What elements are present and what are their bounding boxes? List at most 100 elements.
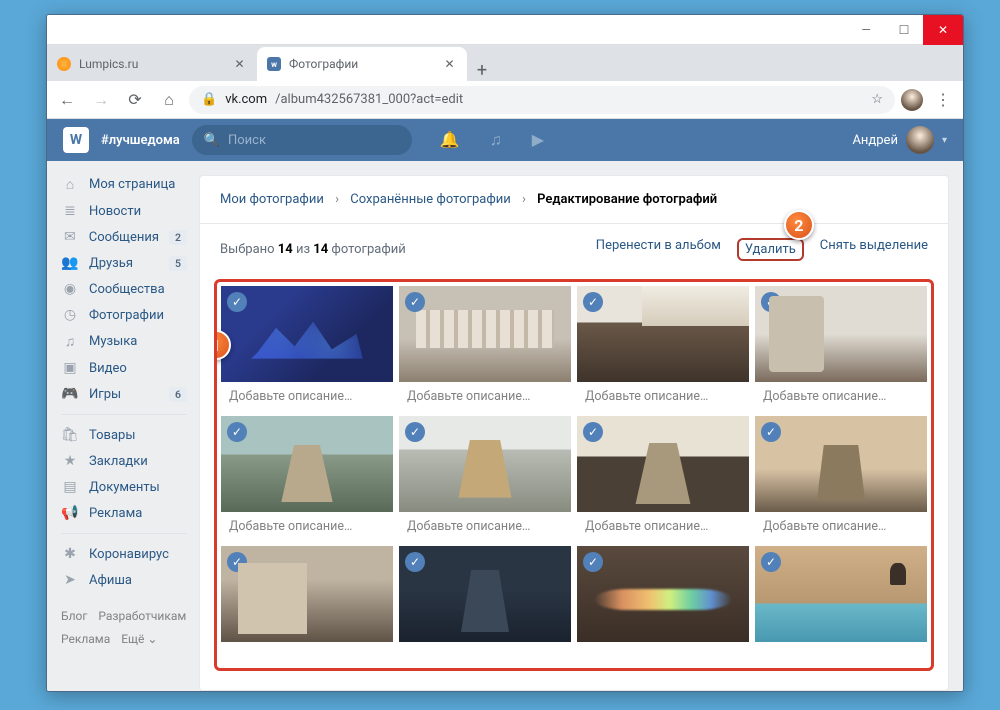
footer-link[interactable]: Реклама	[61, 632, 110, 646]
vk-hashtag[interactable]: #лучшедома	[101, 133, 180, 148]
video-play-icon[interactable]: ▶	[532, 130, 544, 150]
annotation-badge-2: 2	[784, 210, 814, 240]
sidebar-icon: ≣	[61, 203, 79, 219]
sidebar-item[interactable]: ◉Сообщества	[61, 276, 199, 302]
sidebar-item[interactable]: ◷ Фотографии	[61, 302, 199, 328]
sidebar-divider	[61, 414, 187, 415]
sel-text: из	[293, 242, 314, 257]
photo-selected-check-icon[interactable]: ✓	[583, 422, 603, 442]
selection-count-text: Выбрано 14 из 14 фотографий	[220, 242, 406, 257]
photo-cell: ✓ Добавьте описание…	[399, 416, 571, 540]
address-bar: ← → ⟳ ⌂ 🔒 vk.com/album432567381_000?act=…	[47, 81, 963, 119]
sidebar-item-label: Реклама	[89, 506, 142, 521]
sidebar-item[interactable]: ➤Афиша	[61, 567, 199, 593]
window-close-button[interactable]: ✕	[923, 15, 963, 45]
photo-description-input[interactable]: Добавьте описание…	[399, 382, 571, 410]
delete-link-highlight: Удалить 2	[737, 238, 804, 261]
photo-selected-check-icon[interactable]: ✓	[227, 292, 247, 312]
photo-thumbnail[interactable]: ✓	[755, 416, 927, 512]
photo-thumbnail[interactable]: ✓	[577, 286, 749, 382]
sidebar-item[interactable]: ▣Видео	[61, 355, 199, 381]
photo-thumbnail[interactable]: ✓	[577, 416, 749, 512]
photo-thumbnail[interactable]: ✓	[221, 546, 393, 642]
tab-close-button[interactable]: ✕	[232, 57, 247, 72]
url-host: vk.com	[225, 92, 267, 107]
sidebar-badge: 2	[169, 230, 187, 245]
photo-thumbnail[interactable]: ✓	[399, 416, 571, 512]
delete-link[interactable]: Удалить	[745, 242, 796, 257]
notifications-icon[interactable]: 🔔	[440, 130, 460, 150]
sidebar-item-label: Фотографии	[89, 308, 164, 323]
photo-selected-check-icon[interactable]: ✓	[405, 292, 425, 312]
tab-lumpics[interactable]: Lumpics.ru ✕	[47, 47, 257, 81]
nav-home-button[interactable]: ⌂	[155, 86, 183, 114]
photo-selected-check-icon[interactable]: ✓	[761, 552, 781, 572]
nav-forward-button[interactable]: →	[87, 86, 115, 114]
photo-selected-check-icon[interactable]: ✓	[761, 292, 781, 312]
window-minimize-button[interactable]: —	[847, 15, 885, 45]
nav-reload-button[interactable]: ⟳	[121, 86, 149, 114]
tab-close-button[interactable]: ✕	[442, 57, 457, 72]
favicon-lumpics-icon	[57, 57, 71, 71]
sidebar-item[interactable]: ≣Новости	[61, 198, 199, 224]
music-icon[interactable]: ♫	[490, 130, 502, 150]
new-tab-button[interactable]: +	[467, 60, 497, 81]
footer-link[interactable]: Блог	[61, 609, 87, 623]
move-to-album-link[interactable]: Перенести в альбом	[596, 238, 721, 261]
vk-search-input[interactable]: 🔍 Поиск	[192, 125, 412, 155]
photo-description-input[interactable]: Добавьте описание…	[755, 382, 927, 410]
photo-description-input[interactable]: Добавьте описание…	[221, 512, 393, 540]
breadcrumb-link[interactable]: Мои фотографии	[220, 192, 324, 207]
photo-thumbnail[interactable]: ✓	[399, 286, 571, 382]
sidebar-icon: 👥	[61, 255, 79, 271]
bookmark-star-icon[interactable]: ☆	[871, 92, 883, 107]
photo-description-input[interactable]: Добавьте описание…	[755, 512, 927, 540]
footer-link[interactable]: Разработчикам	[98, 609, 186, 623]
photo-selected-check-icon[interactable]: ✓	[227, 552, 247, 572]
vk-user-menu[interactable]: Андрей ▾	[852, 126, 947, 154]
sidebar-item[interactable]: ▤Документы	[61, 474, 199, 500]
sidebar-item[interactable]: ⌂Моя страница	[61, 171, 199, 198]
window-maximize-button[interactable]: ☐	[885, 15, 923, 45]
vk-logo[interactable]: W	[63, 127, 89, 153]
photo-thumbnail[interactable]: ✓	[399, 546, 571, 642]
photo-description-input[interactable]: Добавьте описание…	[577, 512, 749, 540]
photo-selected-check-icon[interactable]: ✓	[405, 422, 425, 442]
photo-selected-check-icon[interactable]: ✓	[761, 422, 781, 442]
vk-user-avatar	[906, 126, 934, 154]
photo-selected-check-icon[interactable]: ✓	[583, 292, 603, 312]
sidebar-icon: ◷	[61, 307, 79, 323]
photo-selected-check-icon[interactable]: ✓	[405, 552, 425, 572]
breadcrumb-link[interactable]: Сохранённые фотографии	[350, 192, 511, 207]
url-field[interactable]: 🔒 vk.com/album432567381_000?act=edit ☆	[189, 86, 895, 114]
photo-thumbnail[interactable]: ✓	[755, 546, 927, 642]
sidebar-item[interactable]: 🛍Товары	[61, 422, 199, 448]
sidebar-item[interactable]: ✉Сообщения2	[61, 224, 199, 250]
photo-thumbnail[interactable]: ✓	[221, 416, 393, 512]
sidebar-icon: ◉	[61, 281, 79, 297]
tab-photos[interactable]: w Фотографии ✕	[257, 47, 467, 81]
sidebar-item-label: Музыка	[89, 334, 137, 349]
photo-thumbnail[interactable]: ✓	[221, 286, 393, 382]
footer-link[interactable]: Ещё ⌄	[121, 632, 157, 646]
photo-thumbnail[interactable]: ✓	[577, 546, 749, 642]
photo-description-input[interactable]: Добавьте описание…	[399, 512, 571, 540]
sel-text: фотографий	[328, 242, 406, 257]
sidebar-item[interactable]: ★Закладки	[61, 448, 199, 474]
photo-description-input[interactable]: Добавьте описание…	[577, 382, 749, 410]
sidebar-item[interactable]: 👥Друзья5	[61, 250, 199, 276]
deselect-link[interactable]: Снять выделение	[820, 238, 928, 261]
photo-thumbnail[interactable]: ✓	[755, 286, 927, 382]
sidebar-item[interactable]: 🎮Игры6	[61, 381, 199, 407]
breadcrumb-sep: ›	[522, 192, 526, 207]
nav-back-button[interactable]: ←	[53, 86, 81, 114]
photo-selected-check-icon[interactable]: ✓	[227, 422, 247, 442]
profile-avatar[interactable]	[901, 89, 923, 111]
browser-menu-button[interactable]: ⋮	[929, 86, 957, 114]
sidebar-item[interactable]: ♫Музыка	[61, 328, 199, 355]
photo-selected-check-icon[interactable]: ✓	[583, 552, 603, 572]
sidebar-item[interactable]: ✱Коронавирус	[61, 541, 199, 567]
sidebar-item[interactable]: 📢Реклама	[61, 500, 199, 526]
sidebar-icon: ✱	[61, 546, 79, 562]
photo-description-input[interactable]: Добавьте описание…	[221, 382, 393, 410]
